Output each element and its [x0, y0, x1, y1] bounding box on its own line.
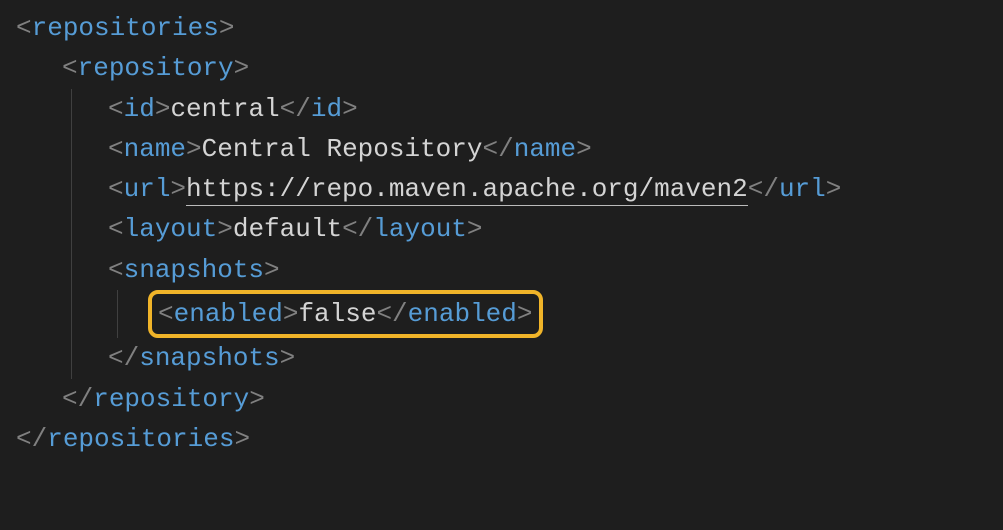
highlight-box: <enabled>false</enabled>: [148, 290, 543, 338]
code-line: <repositories>: [16, 8, 987, 48]
code-line: <url>https://repo.maven.apache.org/maven…: [16, 169, 987, 209]
code-line: <id>central</id>: [16, 89, 987, 129]
code-line: <snapshots>: [16, 250, 987, 290]
code-line: </repository>: [16, 379, 987, 419]
code-line-highlighted: <enabled>false</enabled>: [16, 290, 987, 338]
code-line: <name>Central Repository</name>: [16, 129, 987, 169]
code-line: <repository>: [16, 48, 987, 88]
code-line: <layout>default</layout>: [16, 209, 987, 249]
code-line: </snapshots>: [16, 338, 987, 378]
code-editor[interactable]: <repositories> <repository> <id>central<…: [16, 8, 987, 459]
code-line: </repositories>: [16, 419, 987, 459]
